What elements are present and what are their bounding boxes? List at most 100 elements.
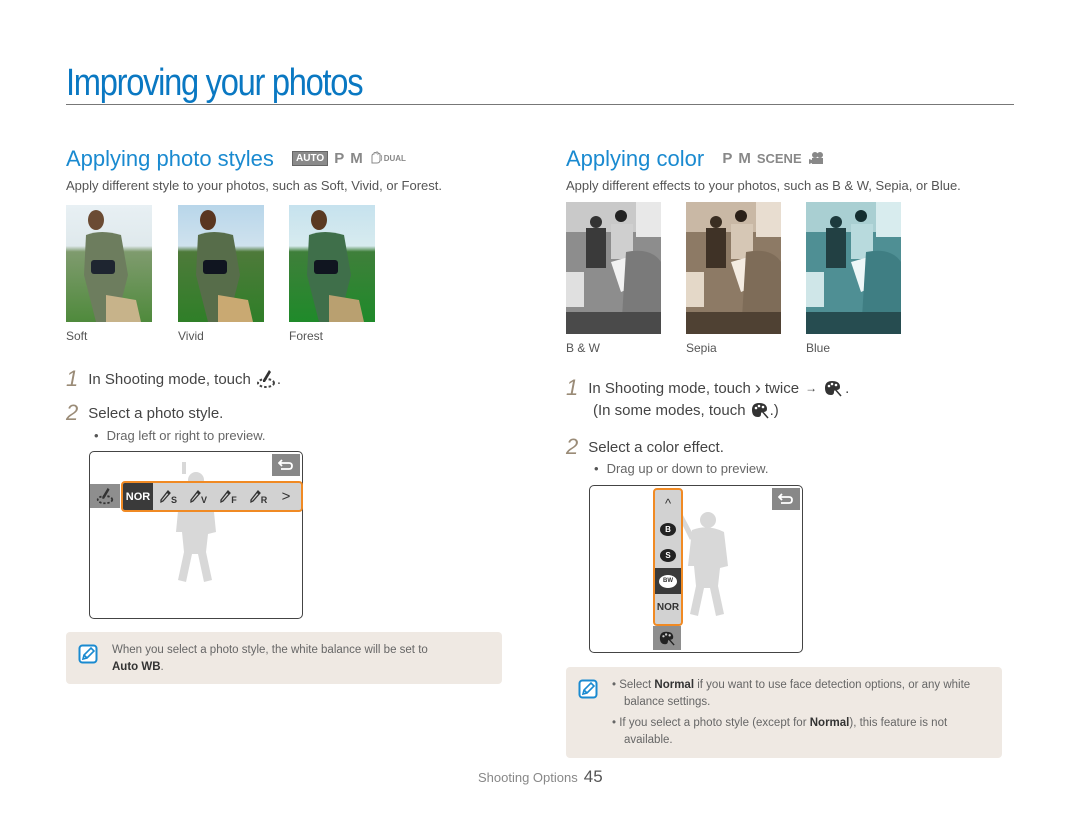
color-effect-bar: ^ B S BW NOR [653,488,683,626]
camera-screen-color: ^ B S BW NOR [589,485,803,653]
note-list: • Select Normal if you want to use face … [612,677,972,749]
photo-caption: Sepia [686,341,717,355]
photo-caption: Forest [289,329,324,343]
photo-soft [66,205,152,327]
photo-bw-image [566,202,661,334]
back-button[interactable] [772,488,800,510]
step-1-alt: (In some modes, touch .) [593,401,779,419]
color-s-icon: S [660,548,676,562]
photo-vivid-image [178,205,264,322]
arrow-icon: → [805,381,818,395]
style-letter: F [231,494,237,505]
note-box: When you select a photo style, the white… [66,632,502,684]
note-item: • Select Normal if you want to use face … [612,679,971,708]
color-palette-icon [659,631,675,646]
color-option-bw[interactable]: BW [655,568,681,594]
step-text: Select a color effect. [588,438,724,456]
mode-auto-icon: AUTO [292,150,329,166]
photo-soft-image [66,205,152,322]
style-letter: V [200,494,207,505]
title-divider [66,104,1014,105]
step-1: 1 In Shooting mode, touch › twice → . [566,375,849,401]
scroll-up-button[interactable]: ^ [655,490,681,516]
note-pre: If you select a photo style (except for [619,717,810,729]
photo-style-icon [256,370,275,388]
photo-style-bar: NOR S V F R > [121,481,303,512]
photo-vivid [178,205,264,327]
movie-mode-icon [808,152,823,165]
photo-forest [289,205,375,327]
step-text: In Shooting mode, touch [588,379,751,397]
mode-scene-icon: SCENE [756,150,802,166]
color-option-b[interactable]: B [655,516,681,542]
section-description: Apply different effects to your photos, … [566,178,961,193]
note-pre: Select [619,679,655,691]
section-description: Apply different style to your photos, su… [66,178,442,193]
dropper-icon [190,489,201,503]
style-option-vivid[interactable]: V [183,483,213,510]
step-period: . [845,379,850,397]
step-period: . [276,370,282,388]
mode-p-icon: P [334,149,345,167]
dropper-icon [160,489,171,503]
color-menu-button[interactable] [653,626,681,650]
camera-screen-photo-style: NOR S V F R > [89,451,303,619]
color-palette-icon [751,403,769,419]
photo-caption: Blue [806,341,831,355]
mode-icons: P M SCENE [722,150,823,167]
photo-style-icon [96,487,114,505]
step-number: 1 [566,375,579,400]
photo-bw [566,202,661,339]
step-2: 2 Select a color effect. [566,434,724,460]
chevron-right-icon: › [754,377,761,398]
photo-caption: Vivid [178,329,204,343]
back-arrow-icon [778,493,793,504]
step-text: (In some modes, touch [593,401,746,419]
page-number: 45 [583,767,603,786]
note-text: When you select a photo style, the white… [112,642,492,676]
section-title-color: Applying color P M SCENE [566,146,824,172]
note-body: When you select a photo style, the white… [112,644,428,656]
note-box: • Select Normal if you want to use face … [566,667,1002,758]
style-letter: S [170,494,177,505]
step-number: 2 [66,400,79,425]
step-text: Select a photo style. [88,404,224,422]
photo-blue [806,202,901,339]
color-b-icon: B [660,522,676,536]
next-arrow-button[interactable]: > [273,483,299,510]
photo-caption: Soft [66,329,88,343]
style-option-normal[interactable]: NOR [123,483,153,510]
color-option-normal[interactable]: NOR [655,594,681,620]
back-button[interactable] [272,454,300,476]
mode-m-icon: M [738,149,751,167]
section-title-text: Applying photo styles [66,146,274,171]
dual-is-icon: DUAL [369,151,406,165]
note-icon [578,679,598,699]
page-footer: Shooting Options 45 [478,767,603,787]
color-palette-icon [825,381,842,397]
style-option-forest[interactable]: F [213,483,243,510]
page-title: Improving your photos [66,62,364,104]
color-option-sepia[interactable]: S [655,542,681,568]
step-2: 2 Select a photo style. [66,400,223,426]
step-number: 2 [566,434,579,459]
style-option-soft[interactable]: S [153,483,183,510]
step-text: In Shooting mode, touch [88,370,251,388]
photo-caption: B & W [566,341,601,355]
style-option-retro[interactable]: R [243,483,273,510]
note-bold: Normal [809,717,850,729]
mode-m-icon: M [350,149,363,167]
photo-style-menu-button[interactable] [90,484,120,508]
step-text-twice: twice [764,379,800,397]
note-bold: Auto WB [112,661,161,673]
dropper-icon [250,489,261,503]
step-1: 1 In Shooting mode, touch . [66,366,281,392]
note-end: . [160,661,164,673]
step-bullet: Drag up or down to preview. [594,461,769,476]
section-title-photo-styles: Applying photo styles AUTO P M DUAL [66,146,406,172]
photo-blue-image [806,202,901,334]
mode-p-icon: P [722,149,733,167]
note-icon [78,644,98,664]
step-text-end: .) [769,401,779,419]
mode-icons: AUTO P M DUAL [292,150,406,167]
